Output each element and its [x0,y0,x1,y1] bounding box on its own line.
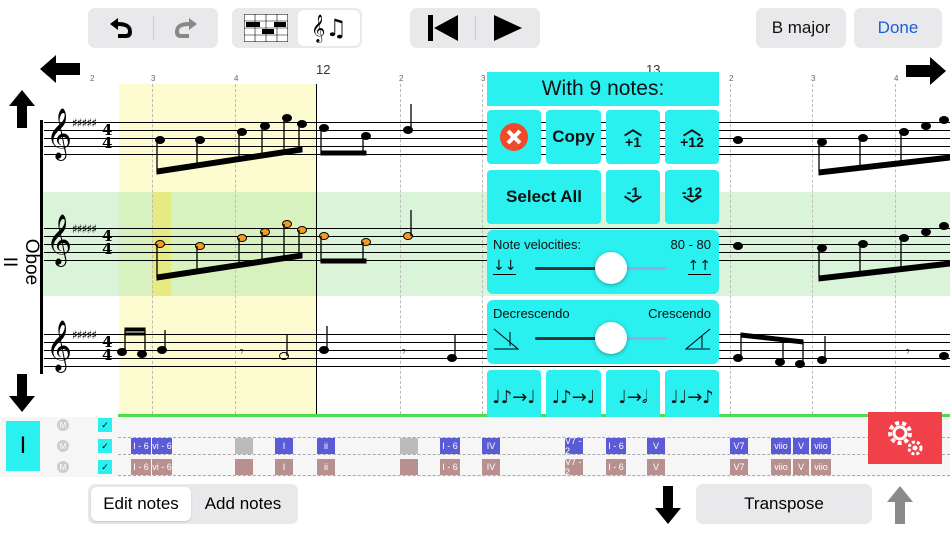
rhythm-pattern-icon: ♩♩→♪ [670,386,714,408]
velocity-down-icon[interactable]: ↓↓ [493,258,517,275]
velocity-control: Note velocities: 80 - 80 ↓↓ ↑↑ [487,230,719,294]
rhythm-option-4-button[interactable]: ♩♩→♪ [665,370,719,424]
velocity-slider-thumb[interactable] [595,252,627,284]
chord-block[interactable]: V7 [730,459,748,475]
mute-button[interactable]: M [57,419,69,431]
rhythm-pattern-icon: ♩♪→♩ [492,386,536,408]
transpose-up-1-button[interactable]: ︿ +1 [606,110,660,164]
chord-block[interactable]: I - 6 [606,438,626,454]
velocity-label: Note velocities: [493,237,582,252]
chord-block[interactable]: V7 - 2 [565,457,583,477]
chord-block[interactable]: viio [771,459,791,475]
rhythm-option-1-button[interactable]: ♩♪→♩ [487,370,541,424]
transpose-down-12-button[interactable]: -12 ﹀ [665,170,719,224]
track-checkbox[interactable]: ✓ [98,439,112,453]
velocity-value: 80 - 80 [670,237,711,252]
rhythm-option-3-button[interactable]: ♩→𝅗𝅥 [606,370,660,424]
crescendo-label: Crescendo [648,306,711,321]
chord-block[interactable]: V [647,438,665,454]
mute-button[interactable]: M [57,440,69,452]
chord-block[interactable]: I - 6 [131,438,151,454]
chord-block [400,438,418,454]
chord-block[interactable]: I [275,438,293,454]
chevron-down-icon: ﹀ [624,195,642,215]
popup-title: With 9 notes: [487,72,719,106]
chord-block[interactable]: V [647,459,665,475]
chevron-down-icon: ﹀ [683,195,701,215]
settings-button[interactable] [868,412,942,464]
crescendo-icon[interactable] [685,328,711,350]
chord-block[interactable]: I - 6 [440,438,460,454]
chord-block[interactable]: V7 - 2 [565,436,583,456]
chord-block[interactable]: I - 6 [606,459,626,475]
chord-block[interactable]: viio [811,459,831,475]
chord-block[interactable]: V [793,459,809,475]
dynamics-slider-thumb[interactable] [595,322,627,354]
track-selector[interactable]: I [6,421,40,471]
chord-block [235,459,253,475]
decrescendo-label: Decrescendo [493,306,570,321]
chord-block [400,459,418,475]
chevron-up-icon: ︿ [683,119,701,139]
selection-popup: With 9 notes: Copy ︿ +1 ︿ +12 Select All… [484,72,724,424]
rhythm-pattern-icon: ♩→𝅗𝅥 [618,386,648,408]
transpose-down-1-button[interactable]: -1 ﹀ [606,170,660,224]
chord-block[interactable]: I [275,459,293,475]
copy-button[interactable]: Copy [546,110,601,164]
chord-block[interactable]: IV [482,438,500,454]
select-all-button[interactable]: Select All [487,170,601,224]
mute-button[interactable]: M [57,461,69,473]
chord-block[interactable]: vi - 6 [152,459,172,475]
scroll-down-arrow-icon[interactable] [655,486,681,530]
rhythm-option-2-button[interactable]: ♩♪→♩ [546,370,601,424]
velocity-up-icon[interactable]: ↑↑ [687,258,711,275]
score-notes: 𝄾 𝄾 𝄾 [117,104,950,368]
chord-block [235,438,253,454]
transpose-up-12-button[interactable]: ︿ +12 [665,110,719,164]
scroll-up-arrow-icon[interactable] [887,486,913,530]
edit-notes-tab[interactable]: Edit notes [91,487,191,521]
gear-icon [888,421,923,456]
chord-block[interactable]: vi - 6 [152,438,172,454]
decrescendo-icon[interactable] [493,328,519,350]
dynamics-control: Decrescendo Crescendo [487,300,719,364]
transpose-button[interactable]: Transpose [696,484,872,524]
edit-mode-segmented: Edit notes Add notes [88,484,298,524]
track-checkbox[interactable]: ✓ [98,418,112,432]
add-notes-tab[interactable]: Add notes [191,487,295,521]
svg-text:𝄾: 𝄾 [906,344,910,360]
transpose-up-1-label: +1 [625,134,641,150]
chevron-up-icon: ︿ [624,119,642,139]
chord-block[interactable]: V7 [730,438,748,454]
chord-block[interactable]: viio [771,438,791,454]
svg-text:𝄾: 𝄾 [402,344,406,360]
transpose-up-12-label: +12 [680,134,704,150]
svg-text:𝄾: 𝄾 [240,344,244,360]
rhythm-pattern-icon: ♩♪→♩ [551,386,596,408]
chord-block[interactable]: viio [811,438,831,454]
chord-block[interactable]: I - 6 [440,459,460,475]
chord-block[interactable]: ii [317,438,335,454]
delete-button[interactable] [487,110,541,164]
track-checkbox[interactable]: ✓ [98,460,112,474]
close-circle-icon [500,123,528,151]
chord-block[interactable]: I - 6 [131,459,151,475]
chord-block[interactable]: V [793,438,809,454]
chord-block[interactable]: IV [482,459,500,475]
chord-block[interactable]: ii [317,459,335,475]
